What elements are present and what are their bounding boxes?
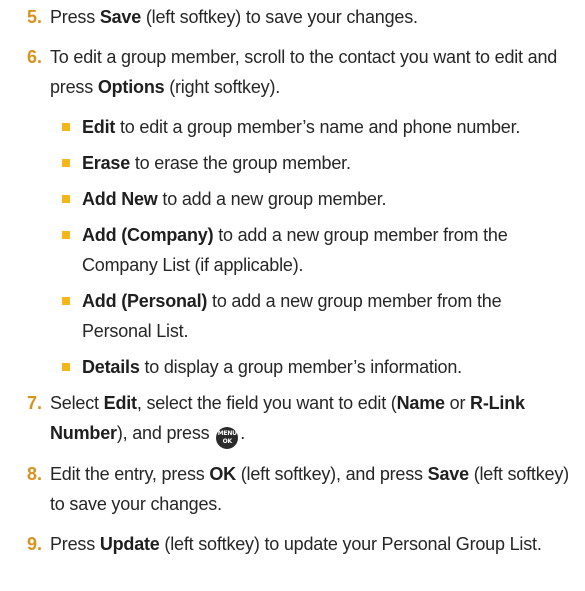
bullet-icon — [62, 159, 70, 167]
text-run: Select — [50, 393, 104, 413]
option-desc: to add a new group member. — [157, 189, 387, 209]
step-number: 6. — [26, 47, 42, 67]
text-run: Press — [50, 7, 100, 27]
text-run: , select the field you want to edit ( — [136, 393, 397, 413]
step-number: 8. — [26, 464, 42, 484]
bold-term: Update — [99, 534, 160, 554]
option-text: Add New to add a new group member. — [82, 184, 572, 214]
step-text: Press Update (left softkey) to update yo… — [50, 529, 580, 559]
option-label: Details — [82, 357, 140, 377]
bullet-icon — [62, 195, 70, 203]
bullet-icon — [62, 231, 70, 239]
bold-term: OK — [209, 464, 236, 484]
option-desc: to display a group member’s information. — [139, 357, 462, 377]
bold-term: Name — [396, 393, 445, 413]
option-text: Add (Company) to add a new group member … — [82, 220, 572, 280]
step-text: Select Edit, select the field you want t… — [50, 388, 580, 449]
option-text: Details to display a group member’s info… — [82, 352, 572, 382]
option-label: Edit — [82, 117, 116, 137]
step-text: Press Save (left softkey) to save your c… — [50, 2, 580, 32]
option-desc: to erase the group member. — [130, 153, 351, 173]
text-run: (left softkey), and press — [235, 464, 428, 484]
bullet-icon — [62, 297, 70, 305]
text-run: (left softkey) to save your changes. — [141, 7, 418, 27]
menu-key-top: MENU — [217, 430, 237, 437]
option-label: Add (Personal) — [82, 291, 208, 311]
text-run: Press — [50, 534, 100, 554]
bold-term: Edit — [103, 393, 137, 413]
bold-term: Options — [97, 77, 165, 97]
menu-key-bottom: OK — [222, 438, 233, 445]
bold-term: Save — [99, 7, 142, 27]
option-text: Erase to erase the group member. — [82, 148, 572, 178]
bullet-icon — [62, 123, 70, 131]
bullet-icon — [62, 363, 70, 371]
menu-ok-key-icon: MENU OK — [216, 427, 239, 449]
text-run: Edit the entry, press — [50, 464, 210, 484]
text-run: (right softkey). — [164, 77, 281, 97]
option-label: Erase — [82, 153, 131, 173]
step-text: Edit the entry, press OK (left softkey),… — [50, 459, 580, 519]
step-number: 7. — [26, 393, 42, 413]
bold-term: Save — [427, 464, 469, 484]
option-desc: to edit a group member’s name and phone … — [115, 117, 521, 137]
option-text: Edit to edit a group member’s name and p… — [82, 112, 572, 142]
step-text: To edit a group member, scroll to the co… — [50, 42, 580, 102]
text-run: ), and press — [116, 423, 210, 443]
text-run: (left softkey) to update your Personal G… — [159, 534, 542, 554]
step-number: 5. — [26, 7, 42, 27]
text-run: or — [444, 393, 471, 413]
step-number: 9. — [26, 534, 42, 554]
option-label: Add (Company) — [82, 225, 214, 245]
option-text: Add (Personal) to add a new group member… — [82, 286, 572, 346]
option-label: Add New — [82, 189, 158, 209]
